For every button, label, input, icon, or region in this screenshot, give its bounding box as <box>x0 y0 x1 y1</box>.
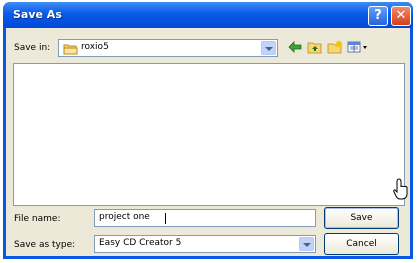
up-folder-icon[interactable] <box>306 40 324 56</box>
close-button[interactable]: ✕ <box>391 6 411 26</box>
save-in-combo[interactable]: roxio5 <box>58 39 278 57</box>
save-in-label: Save in: <box>14 43 51 53</box>
cancel-button[interactable]: Cancel <box>324 233 399 255</box>
save-as-type-dropdown-arrow[interactable] <box>299 237 314 251</box>
dialog-body: Save in: roxio5 File name: project one S… <box>6 28 410 256</box>
help-button[interactable]: ? <box>368 6 388 26</box>
file-name-input[interactable]: project one <box>94 209 316 227</box>
view-menu-icon[interactable] <box>346 40 370 56</box>
back-arrow-icon[interactable] <box>286 40 304 56</box>
dialog-title: Save As <box>13 8 62 21</box>
save-button[interactable]: Save <box>324 207 399 229</box>
folder-icon <box>63 43 78 58</box>
save-as-type-label: Save as type: <box>14 240 76 250</box>
save-in-value: roxio5 <box>81 42 109 52</box>
mouse-pointer-icon <box>393 178 409 203</box>
save-in-dropdown-arrow[interactable] <box>261 41 276 55</box>
save-as-type-value: Easy CD Creator 5 <box>99 238 182 248</box>
title-bar[interactable]: Save As ? ✕ <box>3 2 413 28</box>
new-folder-icon[interactable] <box>326 40 344 56</box>
save-as-type-combo[interactable]: Easy CD Creator 5 <box>94 235 316 253</box>
save-as-dialog: Save As ? ✕ Save in: roxio5 File name: p… <box>3 2 413 259</box>
file-list[interactable] <box>13 63 405 206</box>
text-caret <box>165 213 166 224</box>
file-name-label: File name: <box>14 214 61 224</box>
file-name-value: project one <box>99 212 150 222</box>
